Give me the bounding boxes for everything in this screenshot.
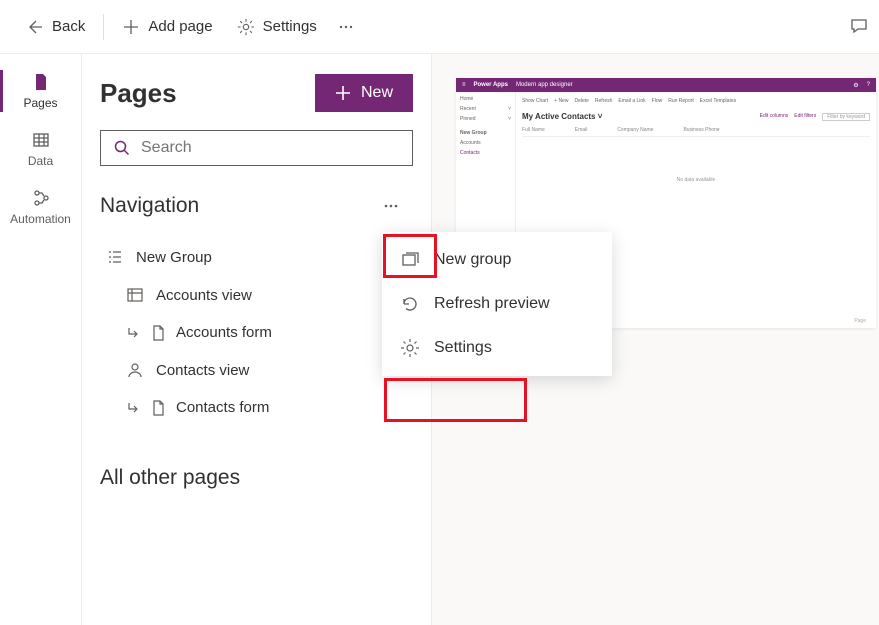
preview-page-label: Page <box>854 318 866 324</box>
preview-side-group: New Group <box>460 130 511 136</box>
navigation-context-menu: New group Refresh preview Settings <box>382 232 612 376</box>
top-command-bar: Back Add page Settings <box>0 0 879 54</box>
gear-icon <box>400 338 420 358</box>
plus-icon <box>335 85 351 101</box>
group-list-icon <box>106 248 124 266</box>
page-icon <box>31 72 51 92</box>
back-button[interactable]: Back <box>14 11 95 43</box>
search-input[interactable] <box>141 139 400 157</box>
preview-view-title: My Active Contacts ˅ <box>522 112 602 121</box>
subitem-arrow-icon <box>126 326 140 340</box>
panel-header: Pages New <box>100 74 413 112</box>
search-box[interactable] <box>100 130 413 166</box>
preview-nodata: No data available <box>522 177 870 183</box>
rail-automation-label: Automation <box>10 212 71 226</box>
menu-new-group[interactable]: New group <box>382 238 612 282</box>
preview-side-accounts: Accounts <box>460 140 511 146</box>
menu-new-group-label: New group <box>434 251 511 269</box>
help-icon: ? <box>867 82 870 88</box>
hamburger-icon: ≡ <box>462 82 466 88</box>
form-icon <box>150 400 166 416</box>
automation-icon <box>31 188 51 208</box>
settings-label: Settings <box>263 18 317 35</box>
preview-side-pinned: Pinned˅ <box>460 116 511 122</box>
new-group-icon <box>400 250 420 270</box>
navigation-title: Navigation <box>100 194 199 218</box>
all-other-pages-title: All other pages <box>100 466 413 490</box>
separator <box>103 14 104 40</box>
preview-subtitle: Modern app designer <box>516 82 573 88</box>
rail-pages-label: Pages <box>23 96 57 110</box>
nav-contacts-view[interactable]: Contacts view <box>100 351 413 389</box>
menu-settings[interactable]: Settings <box>382 326 612 370</box>
navigation-header: Navigation <box>100 188 413 224</box>
navigation-more-button[interactable] <box>369 188 413 224</box>
new-page-button[interactable]: New <box>315 74 413 112</box>
nav-accounts-view-label: Accounts view <box>156 287 252 304</box>
comment-icon <box>849 16 869 36</box>
back-label: Back <box>52 18 85 35</box>
add-page-button[interactable]: Add page <box>112 12 222 42</box>
rail-automation[interactable]: Automation <box>0 178 82 236</box>
left-rail: Pages Data Automation <box>0 54 82 625</box>
refresh-icon <box>400 294 420 314</box>
nav-group-label: New Group <box>136 249 212 266</box>
rail-pages[interactable]: Pages <box>0 62 82 120</box>
subitem-arrow-icon <box>126 401 140 415</box>
nav-accounts-form[interactable]: Accounts form <box>100 314 413 351</box>
form-icon <box>150 325 166 341</box>
more-horizontal-icon <box>381 196 401 216</box>
comments-button[interactable] <box>849 16 869 41</box>
panel-title: Pages <box>100 78 177 109</box>
person-icon <box>126 361 144 379</box>
plus-icon <box>122 18 140 36</box>
table-icon <box>31 130 51 150</box>
rail-data-label: Data <box>28 154 53 168</box>
gear-icon: ⚙ <box>853 82 858 89</box>
new-btn-label: New <box>361 84 393 102</box>
gear-icon <box>237 18 255 36</box>
menu-refresh-preview[interactable]: Refresh preview <box>382 282 612 326</box>
preview-side-contacts: Contacts <box>460 150 511 156</box>
add-page-label: Add page <box>148 18 212 35</box>
nav-group[interactable]: New Group <box>100 238 413 276</box>
navigation-list: New Group Accounts view Accounts form Co… <box>100 238 413 426</box>
back-arrow-icon <box>24 17 44 37</box>
menu-settings-label: Settings <box>434 339 492 357</box>
more-horizontal-icon <box>337 18 355 36</box>
nav-contacts-form[interactable]: Contacts form <box>100 389 413 426</box>
rail-data[interactable]: Data <box>0 120 82 178</box>
top-more-button[interactable] <box>331 12 361 42</box>
pages-panel: Pages New Navigation New Group Accounts … <box>82 54 432 625</box>
nav-accounts-form-label: Accounts form <box>176 324 272 341</box>
preview-side-recent: Recent˅ <box>460 106 511 112</box>
nav-contacts-form-label: Contacts form <box>176 399 269 416</box>
settings-button[interactable]: Settings <box>227 12 327 42</box>
menu-refresh-label: Refresh preview <box>434 295 550 313</box>
preview-side-home: Home <box>460 96 511 102</box>
preview-toolbar: Show Chart + New Delete Refresh Email a … <box>522 98 870 104</box>
nav-contacts-view-label: Contacts view <box>156 362 249 379</box>
search-icon <box>113 139 131 157</box>
preview-app-name: Power Apps <box>474 82 508 88</box>
nav-accounts-view[interactable]: Accounts view <box>100 276 413 314</box>
preview-header: ≡ Power Apps Modern app designer ⚙ ? <box>456 78 876 92</box>
view-icon <box>126 286 144 304</box>
preview-column-headers: Full Name Email Company Name Business Ph… <box>522 127 870 137</box>
